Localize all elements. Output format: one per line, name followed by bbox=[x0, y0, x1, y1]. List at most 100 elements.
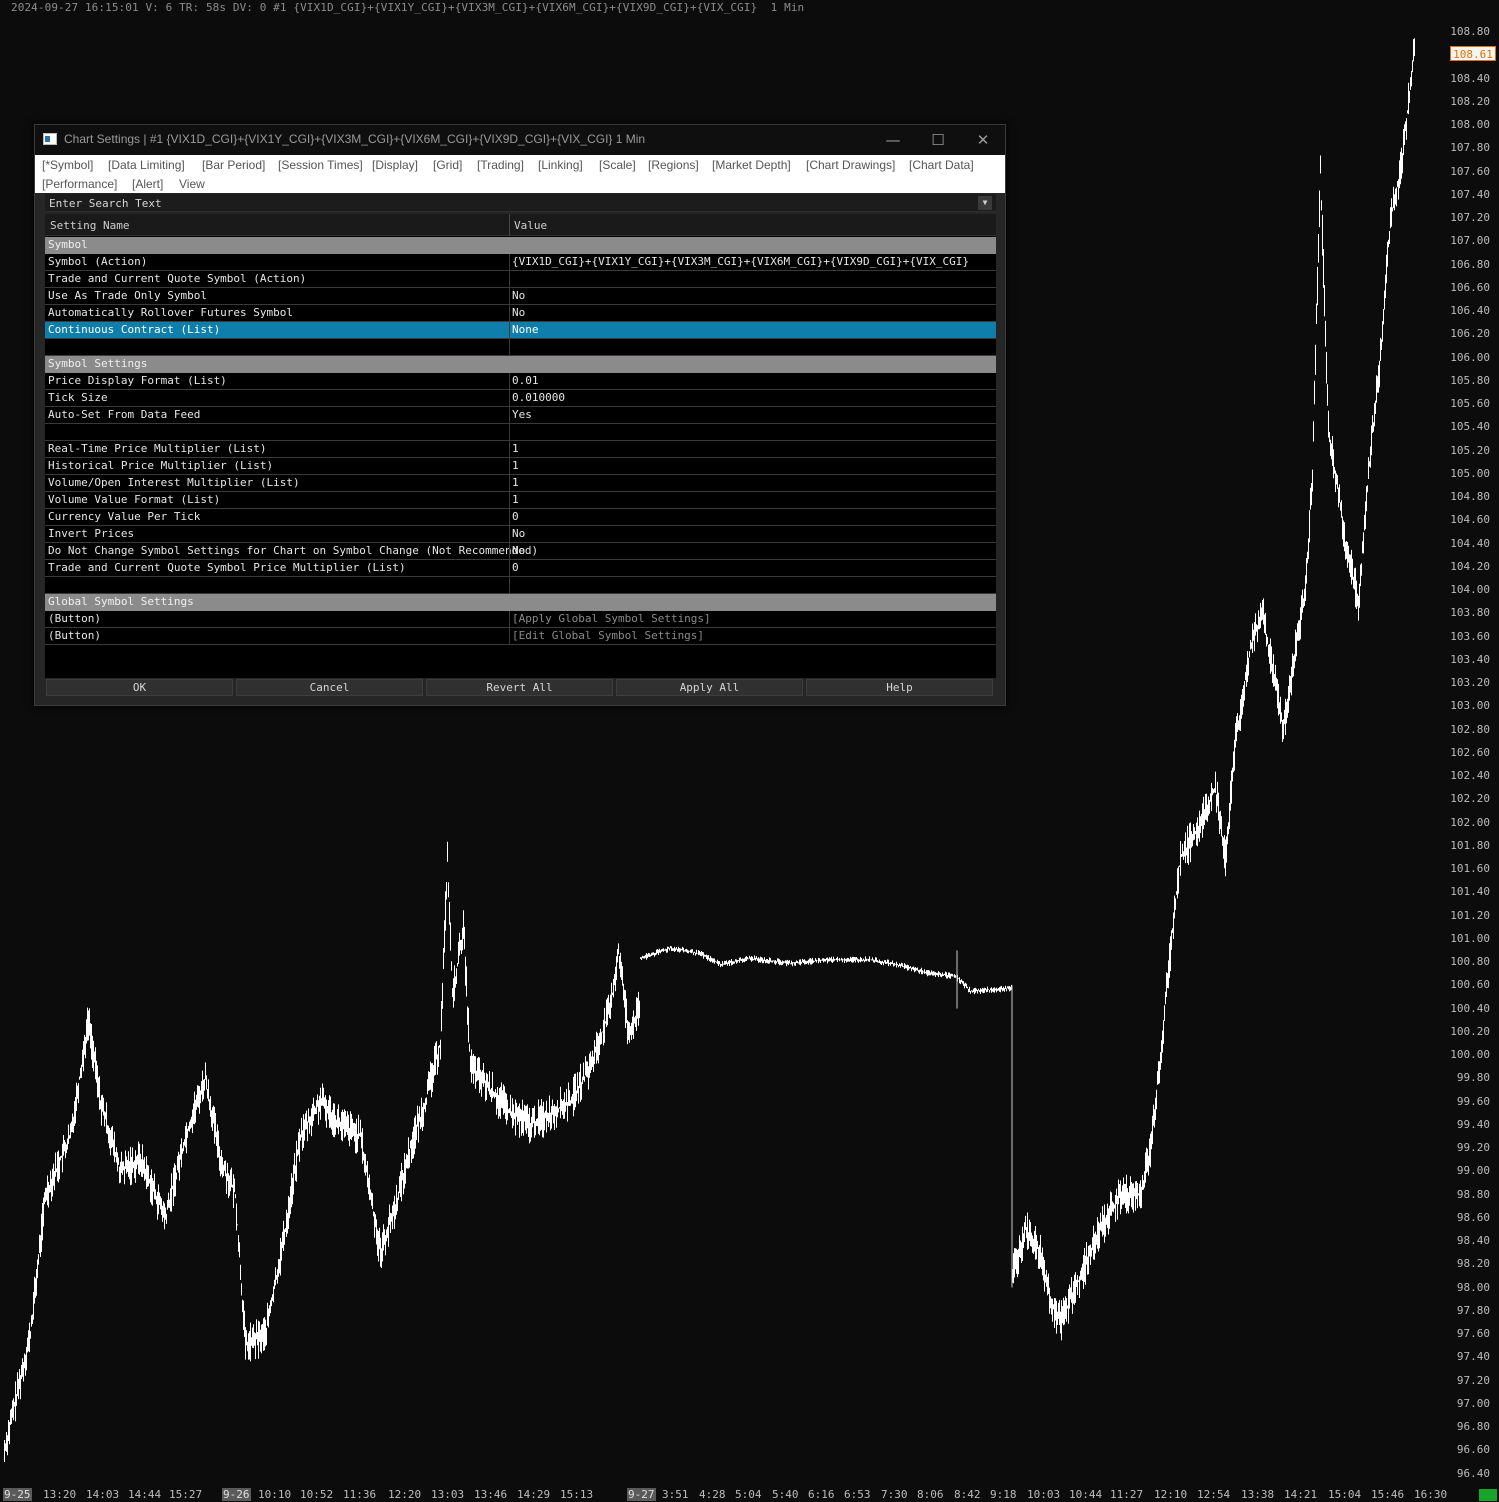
setting-value[interactable]: Yes bbox=[512, 407, 532, 423]
revert-all-button[interactable]: Revert All bbox=[426, 679, 613, 696]
price-tick: 98.20 bbox=[1456, 1257, 1490, 1271]
setting-value[interactable]: 0.010000 bbox=[512, 390, 565, 406]
setting-row[interactable]: Currency Value Per Tick 0 bbox=[45, 509, 996, 526]
setting-name: Real-Time Price Multiplier (List) bbox=[48, 442, 267, 455]
price-tick: 106.80 bbox=[1450, 257, 1490, 271]
tab-view[interactable]: View bbox=[179, 177, 205, 191]
apply-all-button[interactable]: Apply All bbox=[616, 679, 803, 696]
tab-scale[interactable]: [Scale] bbox=[599, 158, 636, 172]
price-axis[interactable]: 108.80 108.40 108.20 108.00 107.80 107.60 107.… bbox=[1439, 0, 1499, 1485]
tab-display[interactable]: [Display] bbox=[372, 158, 418, 172]
price-tick: 100.40 bbox=[1450, 1001, 1490, 1015]
column-divider bbox=[509, 407, 510, 423]
setting-name: Trade and Current Quote Symbol Price Mul… bbox=[48, 561, 406, 574]
dialog-titlebar[interactable]: Chart Settings | #1 {VIX1D_CGI}+{VIX1Y_C… bbox=[35, 125, 1005, 155]
section-label: Global Symbol Settings bbox=[48, 595, 194, 608]
time-axis-label: 15:46 bbox=[1371, 1488, 1405, 1501]
setting-row[interactable]: Trade and Current Quote Symbol Price Mul… bbox=[45, 560, 996, 577]
minimize-icon[interactable]: — bbox=[871, 127, 915, 153]
tab-chart-drawings[interactable]: [Chart Drawings] bbox=[806, 158, 895, 172]
setting-value[interactable]: 0.01 bbox=[512, 373, 539, 389]
setting-value[interactable]: None bbox=[512, 322, 539, 338]
setting-row[interactable]: Symbol (Action) {VIX1D_CGI}+{VIX1Y_CGI}+{… bbox=[45, 254, 996, 271]
setting-value[interactable]: No bbox=[512, 305, 525, 321]
tab-grid[interactable]: [Grid] bbox=[433, 158, 462, 172]
time-axis-date-label: 9-27 bbox=[627, 1488, 656, 1501]
time-axis-label: 13:20 bbox=[43, 1488, 77, 1501]
column-header-value[interactable]: Value bbox=[514, 219, 547, 232]
tab-linking[interactable]: [Linking] bbox=[538, 158, 583, 172]
setting-row[interactable]: Volume/Open Interest Multiplier (List) 1 bbox=[45, 475, 996, 492]
tab-trading[interactable]: [Trading] bbox=[477, 158, 524, 172]
tab-regions[interactable]: [Regions] bbox=[648, 158, 699, 172]
tab-performance[interactable]: [Performance] bbox=[42, 177, 117, 191]
price-tick: 103.20 bbox=[1450, 676, 1490, 689]
price-tick: 106.00 bbox=[1450, 350, 1490, 364]
setting-row[interactable]: Price Display Format (List) 0.01 bbox=[45, 373, 996, 390]
setting-row[interactable]: Historical Price Multiplier (List) 1 bbox=[45, 458, 996, 475]
time-axis-label: 9:18 bbox=[990, 1488, 1017, 1501]
close-icon[interactable]: ✕ bbox=[961, 127, 1005, 153]
setting-row[interactable]: (Button) [Apply Global Symbol Settings] bbox=[45, 611, 996, 628]
setting-row[interactable]: Tick Size 0.010000 bbox=[45, 390, 996, 407]
setting-value[interactable]: 0 bbox=[512, 509, 519, 525]
column-divider bbox=[509, 373, 510, 389]
tab-market-depth[interactable]: [Market Depth] bbox=[712, 158, 791, 172]
time-axis-label: 15:27 bbox=[169, 1488, 203, 1501]
setting-value[interactable]: 1 bbox=[512, 475, 519, 491]
global-settings-button[interactable]: [Edit Global Symbol Settings] bbox=[512, 628, 704, 644]
grid-section-header[interactable]: Symbol Settings bbox=[45, 356, 996, 373]
price-tick: 104.20 bbox=[1450, 559, 1490, 573]
grid-section-header[interactable]: Symbol bbox=[45, 237, 996, 254]
setting-value[interactable]: 0 bbox=[512, 560, 519, 576]
setting-value[interactable]: No bbox=[512, 543, 525, 559]
setting-value[interactable]: 1 bbox=[512, 441, 519, 457]
setting-value[interactable]: {VIX1D_CGI}+{VIX1Y_CGI}+{VIX3M_CGI}+{VIX… bbox=[512, 254, 969, 270]
setting-row[interactable]: Trade and Current Quote Symbol (Action) bbox=[45, 271, 996, 288]
price-tick: 97.60 bbox=[1456, 1327, 1490, 1340]
tab-data-limiting[interactable]: [Data Limiting] bbox=[108, 158, 185, 172]
price-tick: 99.40 bbox=[1456, 1117, 1490, 1131]
time-axis-label: 14:03 bbox=[86, 1488, 120, 1501]
tab-chart-data[interactable]: [Chart Data] bbox=[909, 158, 974, 172]
setting-row[interactable]: Automatically Rollover Futures Symbol No bbox=[45, 305, 996, 322]
tab-bar-period[interactable]: [Bar Period] bbox=[202, 158, 265, 172]
setting-value[interactable]: No bbox=[512, 288, 525, 304]
time-axis[interactable]: 9-25 13:20 14:03 14:44 15:27 9-26 10:10 10:52 11… bbox=[0, 1487, 1499, 1502]
tab-symbol[interactable]: [*Symbol] bbox=[42, 158, 93, 172]
setting-value[interactable]: 1 bbox=[512, 492, 519, 508]
tab-session-times[interactable]: [Session Times] bbox=[278, 158, 363, 172]
ok-button[interactable]: OK bbox=[46, 679, 233, 696]
tab-alert[interactable]: [Alert] bbox=[132, 177, 163, 191]
search-box[interactable]: ▼ bbox=[45, 194, 996, 212]
setting-name: Symbol (Action) bbox=[48, 255, 148, 268]
setting-value[interactable]: No bbox=[512, 526, 525, 542]
time-axis-label: 14:29 bbox=[517, 1488, 551, 1501]
price-tick: 96.60 bbox=[1456, 1443, 1490, 1457]
time-axis-label: 13:03 bbox=[431, 1488, 465, 1501]
setting-row[interactable]: Invert Prices No bbox=[45, 526, 996, 543]
grid-section-header[interactable]: Global Symbol Settings bbox=[45, 594, 996, 611]
setting-row[interactable]: (Button) [Edit Global Symbol Settings] bbox=[45, 628, 996, 645]
price-tick: 103.00 bbox=[1450, 699, 1490, 713]
setting-row[interactable]: Do Not Change Symbol Settings for Chart … bbox=[45, 543, 996, 560]
grid-spacer-row bbox=[45, 577, 996, 594]
chevron-down-icon[interactable]: ▼ bbox=[978, 196, 992, 210]
setting-value[interactable]: 1 bbox=[512, 458, 519, 474]
setting-row[interactable]: Auto-Set From Data Feed Yes bbox=[45, 407, 996, 424]
help-button[interactable]: Help bbox=[806, 679, 993, 696]
global-settings-button[interactable]: [Apply Global Symbol Settings] bbox=[512, 611, 711, 627]
search-input[interactable] bbox=[49, 196, 969, 210]
column-divider bbox=[509, 526, 510, 542]
setting-row[interactable]: Use As Trade Only Symbol No bbox=[45, 288, 996, 305]
price-tick: 96.80 bbox=[1456, 1420, 1490, 1433]
setting-row[interactable]: Continuous Contract (List) None bbox=[45, 322, 996, 339]
price-tick: 103.60 bbox=[1450, 629, 1490, 643]
setting-row[interactable]: Real-Time Price Multiplier (List) 1 bbox=[45, 441, 996, 458]
setting-row[interactable]: Volume Value Format (List) 1 bbox=[45, 492, 996, 509]
cancel-button[interactable]: Cancel bbox=[236, 679, 423, 696]
price-tick: 107.20 bbox=[1450, 211, 1490, 224]
maximize-icon[interactable]: ☐ bbox=[916, 127, 960, 153]
price-tick: 104.40 bbox=[1450, 536, 1490, 550]
column-header-setting-name[interactable]: Setting Name bbox=[50, 219, 129, 232]
